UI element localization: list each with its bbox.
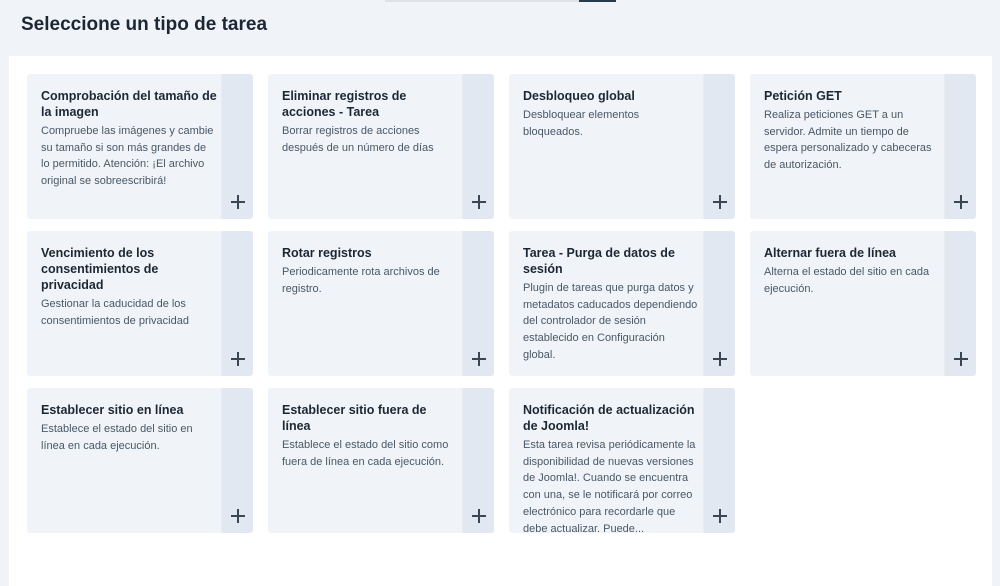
plus-icon <box>231 195 245 209</box>
card-body: Eliminar registros de acciones - Tarea B… <box>282 88 458 156</box>
task-card-set-offline[interactable]: Establecer sitio fuera de línea Establec… <box>268 388 494 533</box>
task-card-session-gc[interactable]: Tarea - Purga de datos de sesión Plugin … <box>509 231 735 376</box>
task-card-get-request[interactable]: Petición GET Realiza peticiones GET a un… <box>750 74 976 219</box>
add-task-button[interactable] <box>944 231 976 376</box>
task-card-delete-action-logs[interactable]: Eliminar registros de acciones - Tarea B… <box>268 74 494 219</box>
task-types-grid: Comprobación del tamaño de la imagen Com… <box>27 74 976 533</box>
card-title: Desbloqueo global <box>523 89 635 103</box>
task-card-global-checkin[interactable]: Desbloqueo global Desbloquear elementos … <box>509 74 735 219</box>
add-task-button[interactable] <box>703 231 735 376</box>
card-description: Establece el estado del sitio como fuera… <box>282 439 449 468</box>
add-task-button[interactable] <box>462 388 494 533</box>
card-title: Eliminar registros de acciones - Tarea <box>282 89 407 119</box>
card-title: Rotar registros <box>282 246 372 260</box>
add-task-button[interactable] <box>462 231 494 376</box>
task-card-toggle-offline[interactable]: Alternar fuera de línea Alterna el estad… <box>750 231 976 376</box>
card-description: Borrar registros de acciones después de … <box>282 125 434 154</box>
card-title: Notificación de actualización de Joomla! <box>523 403 695 433</box>
card-body: Notificación de actualización de Joomla!… <box>523 402 699 533</box>
add-task-button[interactable] <box>221 74 253 219</box>
card-body: Establecer sitio fuera de línea Establec… <box>282 402 458 470</box>
card-body: Desbloqueo global Desbloquear elementos … <box>523 88 699 140</box>
card-body: Vencimiento de los consentimientos de pr… <box>41 245 217 329</box>
card-body: Alternar fuera de línea Alterna el estad… <box>764 245 940 297</box>
plus-icon <box>954 195 968 209</box>
card-description: Gestionar la caducidad de los consentimi… <box>41 298 189 327</box>
plus-icon <box>231 509 245 523</box>
card-description: Periodicamente rota archivos de registro… <box>282 266 440 295</box>
plus-icon <box>713 352 727 366</box>
page-title: Seleccione un tipo de tarea <box>21 14 268 35</box>
card-description: Compruebe las imágenes y cambie su tamañ… <box>41 125 214 188</box>
card-title: Establecer sitio en línea <box>41 403 184 417</box>
card-body: Rotar registros Periodicamente rota arch… <box>282 245 458 297</box>
card-description: Establece el estado del sitio en línea e… <box>41 423 193 452</box>
add-task-button[interactable] <box>703 388 735 533</box>
card-description: Alterna el estado del sitio en cada ejec… <box>764 266 930 295</box>
add-task-button[interactable] <box>221 231 253 376</box>
plus-icon <box>713 195 727 209</box>
card-description: Plugin de tareas que purga datos y metad… <box>523 282 698 361</box>
plus-icon <box>954 352 968 366</box>
card-title: Establecer sitio fuera de línea <box>282 403 427 433</box>
task-card-joomla-update-notification[interactable]: Notificación de actualización de Joomla!… <box>509 388 735 533</box>
card-body: Comprobación del tamaño de la imagen Com… <box>41 88 217 190</box>
card-body: Establecer sitio en línea Establece el e… <box>41 402 217 454</box>
plus-icon <box>231 352 245 366</box>
card-description: Desbloquear elementos bloqueados. <box>523 109 640 138</box>
plus-icon <box>472 195 486 209</box>
add-task-button[interactable] <box>703 74 735 219</box>
task-card-rotate-logs[interactable]: Rotar registros Periodicamente rota arch… <box>268 231 494 376</box>
plus-icon <box>713 509 727 523</box>
task-card-image-size-check[interactable]: Comprobación del tamaño de la imagen Com… <box>27 74 253 219</box>
card-description: Realiza peticiones GET a un servidor. Ad… <box>764 109 932 172</box>
card-title: Comprobación del tamaño de la imagen <box>41 89 217 119</box>
task-types-panel: Comprobación del tamaño de la imagen Com… <box>9 56 992 586</box>
card-description: Esta tarea revisa periódicamente la disp… <box>523 439 696 533</box>
top-scroll-indicator-thumb <box>579 0 616 2</box>
card-title: Alternar fuera de línea <box>764 246 896 260</box>
plus-icon <box>472 509 486 523</box>
top-scroll-indicator <box>385 0 616 2</box>
add-task-button[interactable] <box>944 74 976 219</box>
add-task-button[interactable] <box>462 74 494 219</box>
card-title: Tarea - Purga de datos de sesión <box>523 246 675 276</box>
card-body: Petición GET Realiza peticiones GET a un… <box>764 88 940 174</box>
card-body: Tarea - Purga de datos de sesión Plugin … <box>523 245 699 364</box>
plus-icon <box>472 352 486 366</box>
card-title: Petición GET <box>764 89 842 103</box>
task-card-set-online[interactable]: Establecer sitio en línea Establece el e… <box>27 388 253 533</box>
add-task-button[interactable] <box>221 388 253 533</box>
task-card-privacy-consent-expiry[interactable]: Vencimiento de los consentimientos de pr… <box>27 231 253 376</box>
card-title: Vencimiento de los consentimientos de pr… <box>41 246 159 292</box>
